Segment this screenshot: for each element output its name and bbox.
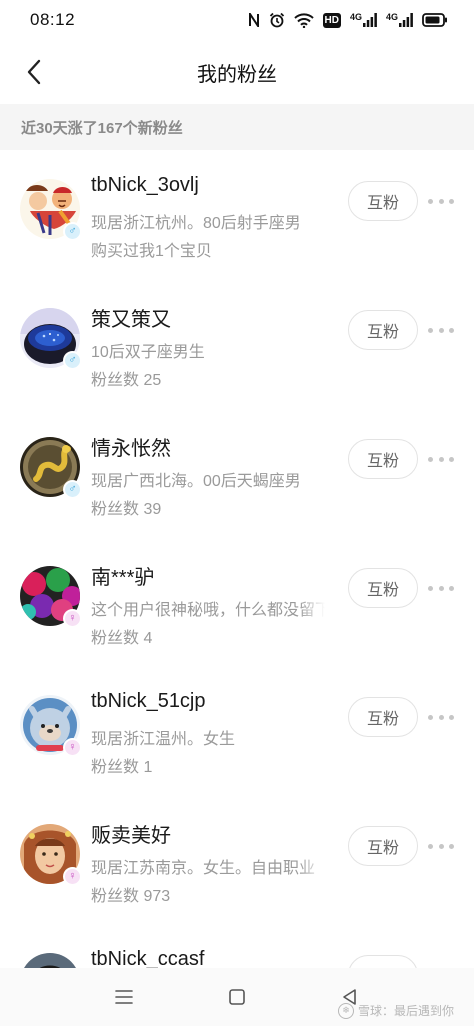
follow-back-button[interactable]: 互粉 — [348, 439, 418, 479]
fan-profile: 这个用户很神秘哦，什么都没留下 — [91, 596, 325, 620]
nfc-icon — [248, 12, 260, 28]
avatar-wrap — [20, 953, 80, 968]
fan-row[interactable]: tbNick_ccasf 互粉 — [0, 924, 474, 968]
fan-name[interactable]: tbNick_3ovlj — [91, 174, 199, 197]
fan-name[interactable]: tbNick_51cjp — [91, 690, 206, 713]
back-button[interactable] — [14, 52, 54, 92]
hd-icon: HD — [322, 12, 341, 28]
fan-row[interactable]: ♂ 策又策又 10后双子座男生 粉丝数 25 互粉 — [0, 279, 474, 408]
avatar-wrap: ♂ — [20, 179, 82, 241]
gender-badge: ♂ — [63, 351, 82, 370]
female-icon: ♀ — [65, 869, 80, 884]
more-options-icon[interactable] — [428, 194, 454, 208]
male-icon: ♂ — [65, 482, 80, 497]
signal-4g-icon: 4G — [386, 12, 413, 28]
summary-bar: 近30天涨了167个新粉丝 — [0, 104, 474, 150]
menu-button[interactable] — [112, 986, 136, 1008]
avatar-wrap: ♀ — [20, 824, 82, 886]
gender-badge: ♂ — [63, 480, 82, 499]
more-options-icon[interactable] — [428, 839, 454, 853]
gender-badge: ♀ — [63, 609, 82, 628]
status-time: 08:12 — [30, 10, 76, 29]
fan-profile: 现居浙江杭州。80后射手座男 — [91, 209, 325, 233]
male-icon: ♂ — [65, 224, 80, 239]
net-label-1: 4G — [349, 12, 362, 22]
fan-name[interactable]: 情永怅然 — [91, 432, 171, 461]
battery-icon — [422, 12, 448, 28]
follow-back-button[interactable]: 互粉 — [348, 955, 418, 968]
menu-icon — [115, 990, 133, 1004]
avatar-wrap: ♀ — [20, 566, 82, 628]
fan-stat: 粉丝数 25 — [91, 372, 162, 389]
male-icon: ♂ — [65, 353, 80, 368]
follow-back-button[interactable]: 互粉 — [348, 181, 418, 221]
follow-back-button[interactable]: 互粉 — [348, 568, 418, 608]
fan-name[interactable]: 贩卖美好 — [91, 819, 171, 848]
follow-back-button[interactable]: 互粉 — [348, 697, 418, 737]
page-title: 我的粉丝 — [197, 63, 277, 86]
fan-row[interactable]: ♂ 情永怅然 现居广西北海。00后天蝎座男 粉丝数 39 互粉 — [0, 408, 474, 537]
gender-badge: ♂ — [63, 222, 82, 241]
gender-badge: ♀ — [63, 867, 82, 886]
follow-back-button[interactable]: 互粉 — [348, 310, 418, 350]
watermark-text: 雪球：最后遇到你 — [358, 1004, 455, 1018]
hd-label: HD — [324, 14, 339, 26]
more-options-icon[interactable] — [428, 710, 454, 724]
status-bar: 08:12 HD 4G 4G — [0, 0, 474, 40]
avatar-wrap: ♂ — [20, 437, 82, 499]
chevron-left-icon — [27, 59, 41, 85]
fan-stat: 粉丝数 4 — [91, 630, 153, 647]
snowball-logo-icon: ❄ — [338, 1002, 354, 1019]
fan-profile: 10后双子座男生 — [91, 338, 325, 362]
fan-row[interactable]: ♂ tbNick_3ovlj 现居浙江杭州。80后射手座男 购买过我1个宝贝 互… — [0, 150, 474, 279]
more-options-icon[interactable] — [428, 323, 454, 337]
female-icon: ♀ — [65, 740, 80, 755]
fan-row[interactable]: ♀ 南***驴 这个用户很神秘哦，什么都没留下 粉丝数 4 互粉 — [0, 537, 474, 666]
fan-row[interactable]: ♀ 贩卖美好 现居江苏南京。女生。自由职业 粉丝数 973 互粉 — [0, 795, 474, 924]
fan-row[interactable]: ♀ tbNick_51cjp 现居浙江温州。女生 粉丝数 1 互粉 — [0, 666, 474, 795]
system-nav-bar: ❄ 雪球：最后遇到你 — [0, 968, 474, 1026]
fan-name[interactable]: 策又策又 — [91, 303, 171, 332]
more-options-icon[interactable] — [428, 452, 454, 466]
fan-stat: 粉丝数 973 — [91, 888, 171, 905]
fan-stat: 购买过我1个宝贝 — [91, 243, 212, 260]
avatar[interactable] — [20, 953, 80, 968]
status-icons: HD 4G 4G — [248, 12, 448, 28]
fan-name[interactable]: 南***驴 — [91, 561, 154, 590]
fan-profile: 现居广西北海。00后天蝎座男 — [91, 467, 325, 491]
alarm-icon — [269, 12, 285, 28]
follow-back-button[interactable]: 互粉 — [348, 826, 418, 866]
signal-4g-icon: 4G — [350, 12, 377, 28]
header: 我的粉丝 — [0, 40, 474, 104]
more-options-icon[interactable] — [428, 581, 454, 595]
watermark: ❄ 雪球：最后遇到你 — [338, 1002, 454, 1019]
fan-name[interactable]: tbNick_ccasf — [91, 948, 204, 968]
fan-list: ♂ tbNick_3ovlj 现居浙江杭州。80后射手座男 购买过我1个宝贝 互… — [0, 150, 474, 968]
home-square-icon — [229, 989, 245, 1005]
fan-stat: 粉丝数 39 — [91, 501, 162, 518]
fan-profile: 现居江苏南京。女生。自由职业 — [91, 854, 325, 878]
fan-stat: 粉丝数 1 — [91, 759, 153, 776]
wifi-icon — [293, 12, 314, 28]
avatar-wrap: ♀ — [20, 695, 82, 757]
female-icon: ♀ — [65, 611, 80, 626]
gender-badge: ♀ — [63, 738, 82, 757]
avatar-wrap: ♂ — [20, 308, 82, 370]
summary-text: 近30天涨了167个新粉丝 — [21, 119, 183, 137]
fan-profile: 现居浙江温州。女生 — [91, 725, 325, 749]
net-label-2: 4G — [385, 12, 398, 22]
home-button[interactable] — [225, 986, 249, 1008]
